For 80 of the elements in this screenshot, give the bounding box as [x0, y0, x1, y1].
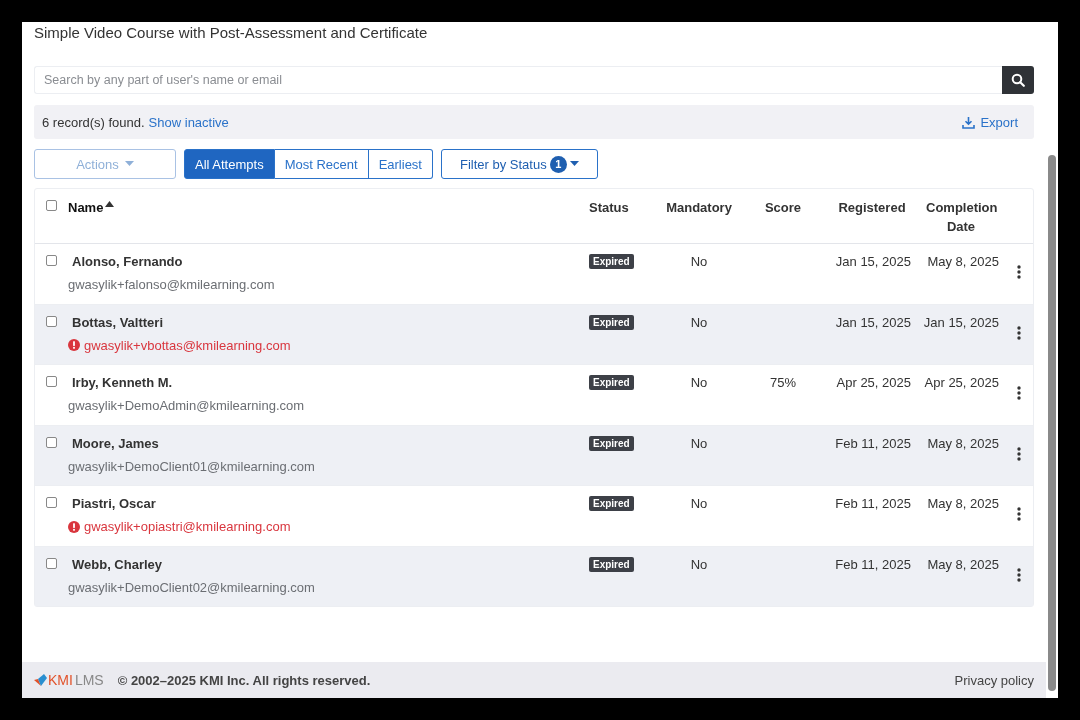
- more-options-icon[interactable]: [1017, 325, 1021, 340]
- column-header[interactable]: Status: [589, 198, 629, 243]
- user-email: gwasylik+opiastri@kmilearning.com: [84, 519, 291, 534]
- user-email: gwasylik+DemoClient02@kmilearning.com: [68, 579, 315, 595]
- search-field[interactable]: Search by any part of user's name or email: [34, 66, 1002, 94]
- privacy-policy-link[interactable]: Privacy policy: [954, 672, 1034, 688]
- user-name: Bottas, Valtteri: [72, 313, 165, 332]
- column-header[interactable]: Completion Date: [926, 198, 996, 243]
- status-badge: Expired: [589, 254, 634, 269]
- logo-brand: KMI: [48, 672, 73, 688]
- status-badge: Expired: [589, 314, 634, 330]
- more-options-icon[interactable]: [1017, 567, 1021, 582]
- mandatory-value: No: [690, 314, 708, 330]
- mandatory-value: No: [690, 556, 708, 572]
- user-email: gwasylik+falonso@kmilearning.com: [68, 277, 275, 292]
- mandatory-value: No: [690, 496, 708, 511]
- logo-icon: [34, 674, 48, 686]
- column-header[interactable]: Score: [764, 198, 802, 243]
- completion-date: Apr 25, 2025: [924, 375, 999, 390]
- attempts-tab[interactable]: All Attempts: [184, 149, 275, 179]
- scrollbar-thumb[interactable]: [1048, 155, 1056, 691]
- attempts-tab[interactable]: Earliest: [368, 149, 433, 179]
- error-icon: [68, 520, 80, 533]
- more-options-icon[interactable]: [1017, 507, 1021, 521]
- completion-date: May 8, 2025: [927, 435, 999, 451]
- user-name: Moore, James: [72, 434, 160, 453]
- search-button[interactable]: [1002, 66, 1034, 94]
- user-email: gwasylik+DemoAdmin@kmilearning.com: [68, 398, 305, 413]
- more-options-icon[interactable]: [1017, 446, 1021, 461]
- registered-date: Feb 11, 2025: [835, 496, 911, 511]
- user-name: Alonso, Fernando: [72, 253, 184, 271]
- registered-date: Apr 25, 2025: [836, 375, 911, 390]
- mandatory-value: No: [690, 375, 708, 390]
- more-options-icon[interactable]: [1017, 386, 1021, 400]
- registered-date: Jan 15, 2025: [835, 254, 911, 269]
- user-name: Piastri, Oscar: [72, 495, 157, 513]
- user-name: Irby, Kenneth M.: [72, 374, 174, 392]
- status-badge: Expired: [589, 496, 634, 511]
- course-title: Simple Video Course with Post-Assessment and Certificate: [34, 23, 429, 42]
- registered-date: Feb 11, 2025: [835, 435, 911, 451]
- filter-by-status-dropdown[interactable]: Filter by Status 1: [441, 149, 598, 179]
- completion-date: May 8, 2025: [927, 556, 999, 572]
- caret-icon: [124, 161, 134, 167]
- export-link[interactable]: Export: [962, 114, 1018, 130]
- score-value: 75%: [770, 375, 796, 390]
- record-count: 6 record(s) found.: [42, 114, 145, 130]
- copyright-text: © 2002–2025 KMI Inc. All rights reserved.: [117, 672, 371, 688]
- more-options-icon[interactable]: [1017, 265, 1021, 279]
- scrollbar[interactable]: [1046, 22, 1058, 698]
- completion-date: May 8, 2025: [927, 254, 999, 269]
- attempts-tab[interactable]: Most Recent: [274, 149, 369, 179]
- user-email: gwasylik+DemoClient01@kmilearning.com: [68, 458, 315, 474]
- user-email: gwasylik+vbottas@kmilearning.com: [84, 337, 291, 353]
- row-checkbox[interactable]: [46, 255, 57, 266]
- logo-product: LMS: [74, 672, 104, 688]
- sort-ascending-icon[interactable]: [105, 201, 115, 207]
- mandatory-value: No: [690, 435, 708, 451]
- caret-icon: [569, 161, 579, 167]
- search-icon: [1011, 73, 1025, 87]
- row-checkbox[interactable]: [46, 436, 57, 448]
- download-icon: [962, 115, 976, 129]
- filter-count-badge: 1: [549, 155, 567, 173]
- completion-date: Jan 15, 2025: [923, 314, 999, 330]
- registered-date: Jan 15, 2025: [835, 314, 911, 330]
- row-checkbox[interactable]: [46, 497, 57, 508]
- column-header[interactable]: Name: [68, 198, 104, 243]
- status-badge: Expired: [589, 435, 634, 451]
- registered-date: Feb 11, 2025: [835, 556, 911, 572]
- row-checkbox[interactable]: [46, 376, 57, 387]
- select-all-checkbox[interactable]: [46, 200, 57, 211]
- completion-date: May 8, 2025: [927, 496, 999, 511]
- status-badge: Expired: [589, 556, 634, 572]
- user-name: Webb, Charley: [72, 555, 164, 574]
- column-header[interactable]: Registered: [838, 198, 906, 243]
- mandatory-value: No: [690, 254, 708, 269]
- status-badge: Expired: [589, 375, 634, 390]
- row-checkbox[interactable]: [46, 315, 57, 327]
- column-header[interactable]: Mandatory: [666, 198, 732, 243]
- row-checkbox[interactable]: [46, 557, 57, 569]
- error-icon: [68, 339, 80, 351]
